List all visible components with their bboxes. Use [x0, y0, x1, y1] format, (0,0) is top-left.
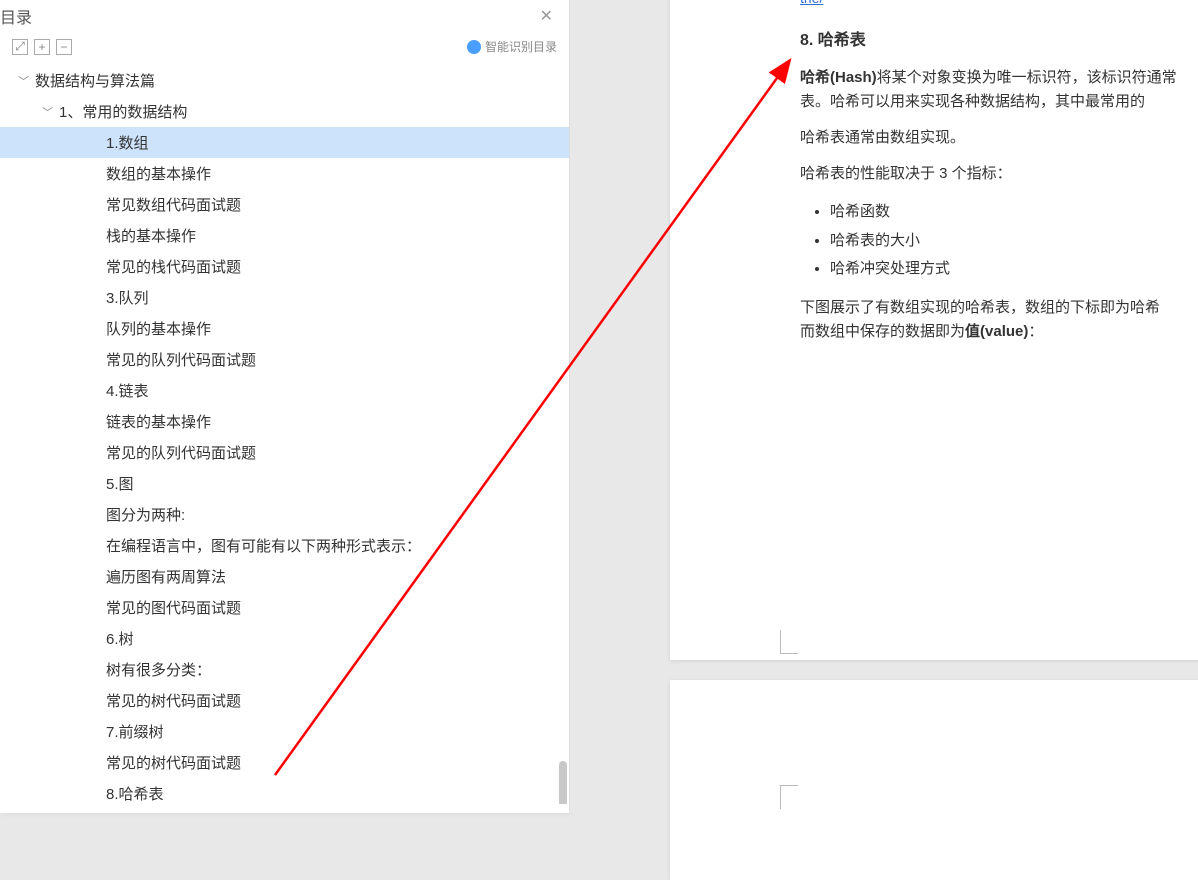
scrollbar-thumb[interactable] — [559, 761, 567, 804]
expand-icon[interactable]: + — [34, 39, 50, 55]
toc-item[interactable]: 数组的基本操作 — [0, 158, 569, 189]
toc-item-label: 4.链表 — [106, 380, 149, 401]
paragraph: 哈希表通常由数组实现。 — [800, 126, 1190, 150]
paragraph: 下图展示了有数组实现的哈希表，数组的下标即为哈希 而数组中保存的数据即为值(va… — [800, 296, 1190, 344]
toc-item-label: 树有很多分类： — [106, 659, 211, 680]
toc-sidebar: 目录 ✕ ⤢ + − 智能识别目录 ﹀ 数据结构与算法篇 ﹀ 1、常用的数据结构 1.数… — [0, 0, 570, 813]
document-page: trie/ 8. 哈希表 哈希(Hash)将某个对象变换为唯一标识符，该标识符通… — [670, 0, 1198, 660]
list-item: 哈希函数 — [830, 198, 1190, 227]
document-viewport[interactable]: trie/ 8. 哈希表 哈希(Hash)将某个对象变换为唯一标识符，该标识符通… — [570, 0, 1198, 813]
toc-item-label: 5.图 — [106, 473, 134, 494]
toc-item-label: 3.队列 — [106, 287, 149, 308]
toc-item-label: 常见数组代码面试题 — [106, 194, 241, 215]
smart-detect-toc[interactable]: 智能识别目录 — [467, 38, 557, 55]
sidebar-title: 目录 — [0, 4, 32, 28]
paragraph: 哈希表的性能取决于 3 个指标： — [800, 162, 1190, 186]
toc-item-label: 数据结构与算法篇 — [35, 70, 155, 91]
toc-item-label: 常见的图代码面试题 — [106, 597, 241, 618]
list-item: 哈希表的大小 — [830, 227, 1190, 256]
page-margin-mark — [780, 785, 798, 809]
toc-list[interactable]: ﹀ 数据结构与算法篇 ﹀ 1、常用的数据结构 1.数组数组的基本操作常见数组代码面试题栈… — [0, 61, 569, 804]
toc-item[interactable]: 树有很多分类： — [0, 654, 569, 685]
toc-item[interactable]: 4.链表 — [0, 375, 569, 406]
trie-link[interactable]: trie/ — [800, 0, 823, 6]
toc-toolbar: ⤢ + − 智能识别目录 — [0, 32, 569, 61]
section-title: 8. 哈希表 — [800, 26, 1190, 50]
toc-item[interactable]: 常见的图代码面试题 — [0, 592, 569, 623]
link-row: trie/ — [800, 0, 1190, 6]
toc-item-label: 1、常用的数据结构 — [59, 101, 187, 122]
collapse-icon[interactable]: − — [56, 39, 72, 55]
list-item: 哈希冲突处理方式 — [830, 255, 1190, 284]
toc-item[interactable]: 6.树 — [0, 623, 569, 654]
toc-item[interactable]: 常见的队列代码面试题 — [0, 437, 569, 468]
toc-item-label: 队列的基本操作 — [106, 318, 211, 339]
toc-item-label: 6.树 — [106, 628, 134, 649]
toc-item-label: 链表的基本操作 — [106, 411, 211, 432]
toc-item-label: 在编程语言中，图有可能有以下两种形式表示： — [106, 535, 421, 556]
toc-item-label: 数组的基本操作 — [106, 163, 211, 184]
toc-item[interactable]: 在编程语言中，图有可能有以下两种形式表示： — [0, 530, 569, 561]
hash-term: 哈希(Hash) — [800, 69, 877, 86]
toc-item[interactable]: 常见的树代码面试题 — [0, 685, 569, 716]
page-margin-mark — [780, 630, 798, 654]
paragraph: 哈希(Hash)将某个对象变换为唯一标识符，该标识符通常 表。哈希可以用来实现各… — [800, 66, 1190, 114]
toc-item[interactable]: 常见的栈代码面试题 — [0, 251, 569, 282]
toc-item-label: 遍历图有两周算法 — [106, 566, 226, 587]
bullet-list: 哈希函数 哈希表的大小 哈希冲突处理方式 — [830, 198, 1190, 284]
toc-item[interactable]: 常见的队列代码面试题 — [0, 344, 569, 375]
toc-item-label: 常见的栈代码面试题 — [106, 256, 241, 277]
chevron-down-icon[interactable]: ﹀ — [18, 73, 29, 89]
smart-detect-label: 智能识别目录 — [485, 38, 557, 55]
toc-item-label: 常见的队列代码面试题 — [106, 349, 256, 370]
toc-item-label: 常见的树代码面试题 — [106, 690, 241, 711]
toc-item[interactable]: 栈的基本操作 — [0, 220, 569, 251]
toc-item[interactable]: ﹀ 数据结构与算法篇 — [0, 65, 569, 96]
toc-item[interactable]: 队列的基本操作 — [0, 313, 569, 344]
collapse-all-icon[interactable]: ⤢ — [12, 39, 28, 55]
toc-item-label: 常见的队列代码面试题 — [106, 442, 256, 463]
toc-item-label: 7.前缀树 — [106, 721, 164, 742]
toc-item[interactable]: 7.前缀树 — [0, 716, 569, 747]
toc-item[interactable]: 常见的树代码面试题 — [0, 747, 569, 778]
toc-item[interactable]: 5.图 — [0, 468, 569, 499]
toc-item[interactable]: 链表的基本操作 — [0, 406, 569, 437]
toc-item-label: 1.数组 — [106, 132, 149, 153]
para-text: 将某个对象变换为唯一标识符，该标识符通常 — [877, 69, 1177, 86]
close-icon[interactable]: ✕ — [534, 4, 559, 28]
toc-item[interactable]: 遍历图有两周算法 — [0, 561, 569, 592]
smart-detect-icon — [467, 40, 481, 54]
toc-item-label: 8.哈希表 — [106, 783, 164, 804]
toc-item-label: 栈的基本操作 — [106, 225, 196, 246]
toc-item[interactable]: 常见数组代码面试题 — [0, 189, 569, 220]
document-page-next — [670, 680, 1198, 880]
chevron-down-icon[interactable]: ﹀ — [42, 104, 53, 120]
toc-item[interactable]: 8.哈希表 — [0, 778, 569, 804]
para-text: 表。哈希可以用来实现各种数据结构，其中最常用的 — [800, 93, 1145, 110]
toc-item[interactable]: 3.队列 — [0, 282, 569, 313]
para-text: 下图展示了有数组实现的哈希表，数组的下标即为哈希 — [800, 299, 1160, 316]
toc-item[interactable]: 图分为两种: — [0, 499, 569, 530]
para-text: 而数组中保存的数据即为 — [800, 323, 965, 340]
para-text: ： — [1028, 323, 1043, 340]
toc-item[interactable]: 1.数组 — [0, 127, 569, 158]
toc-item-label: 常见的树代码面试题 — [106, 752, 241, 773]
toc-item[interactable]: ﹀ 1、常用的数据结构 — [0, 96, 569, 127]
toolbar-left: ⤢ + − — [12, 39, 72, 55]
sidebar-header: 目录 ✕ — [0, 0, 569, 32]
toc-item-label: 图分为两种: — [106, 504, 185, 525]
value-term: 值(value) — [965, 323, 1028, 340]
